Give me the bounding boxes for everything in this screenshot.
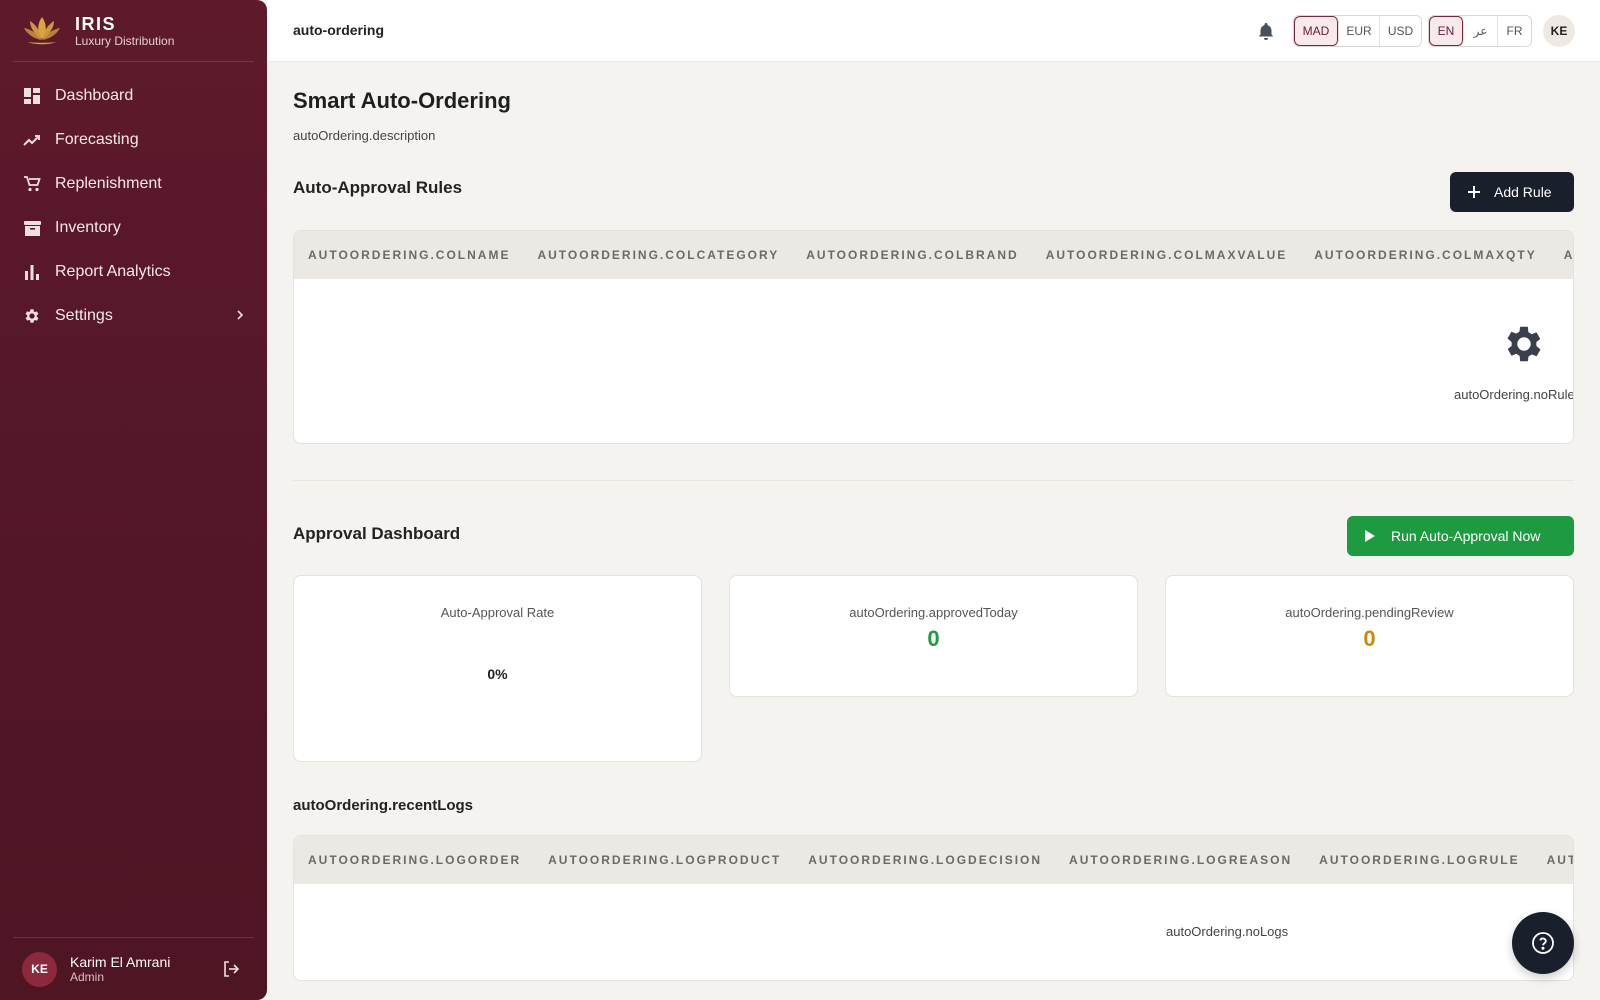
sidebar-nav: Dashboard Forecasting Replenishment Inve…: [0, 74, 267, 338]
column-header[interactable]: AUTOORDERING.COLSTATUS: [1564, 248, 1573, 262]
stat-card-pending-review: autoOrdering.pendingReview 0: [1165, 575, 1574, 697]
page-description: autoOrdering.description: [293, 128, 436, 143]
stat-value: 0%: [487, 666, 508, 682]
user-name: Karim El Amrani: [70, 954, 171, 970]
rules-table: AUTOORDERING.COLNAME AUTOORDERING.COLCAT…: [293, 230, 1574, 444]
sidebar-item-label: Settings: [55, 307, 113, 324]
language-option-fr[interactable]: FR: [1498, 16, 1531, 46]
logout-icon[interactable]: [222, 960, 240, 978]
currency-selector: MAD EUR USD: [1293, 15, 1422, 47]
logs-empty-state: autoOrdering.noLogs: [294, 884, 1573, 980]
sidebar-item-label: Report Analytics: [55, 263, 171, 280]
page-title: Smart Auto-Ordering: [293, 88, 511, 113]
rules-section-title: Auto-Approval Rules: [293, 178, 463, 197]
help-icon: [1532, 932, 1554, 954]
sidebar-item-replenishment[interactable]: Replenishment: [0, 162, 267, 206]
run-auto-approval-button[interactable]: Run Auto-Approval Now: [1347, 516, 1574, 556]
gear-icon: [23, 307, 41, 325]
dashboard-icon: [23, 87, 41, 105]
language-option-en[interactable]: EN: [1429, 16, 1464, 46]
stat-value: 0: [927, 626, 940, 651]
gear-icon: [1507, 326, 1541, 362]
currency-option-mad[interactable]: MAD: [1294, 16, 1339, 46]
column-header[interactable]: AUTOORDERING.LOGDATE: [1547, 853, 1573, 867]
bar-chart-icon: [23, 263, 41, 281]
top-bar: auto-ordering MAD EUR USD EN عر FR KE: [267, 0, 1600, 62]
currency-option-eur[interactable]: EUR: [1339, 16, 1380, 46]
play-icon: [1364, 529, 1378, 543]
column-header[interactable]: AUTOORDERING.COLCATEGORY: [537, 248, 779, 262]
brand-name: IRIS: [75, 13, 117, 34]
stat-card-approval-rate: Auto-Approval Rate 0%: [293, 575, 702, 762]
run-auto-approval-label: Run Auto-Approval Now: [1391, 528, 1541, 544]
sidebar-item-dashboard[interactable]: Dashboard: [0, 74, 267, 118]
stat-label: autoOrdering.approvedToday: [849, 605, 1018, 620]
add-rule-button[interactable]: Add Rule: [1450, 172, 1574, 212]
brand[interactable]: IRIS Luxury Distribution: [13, 0, 254, 62]
archive-icon: [23, 219, 41, 237]
currency-option-usd[interactable]: USD: [1380, 16, 1421, 46]
column-header[interactable]: AUTOORDERING.LOGRULE: [1319, 853, 1519, 867]
brand-subtitle: Luxury Distribution: [75, 33, 175, 48]
sidebar-item-label: Forecasting: [55, 131, 139, 148]
sidebar-item-report-analytics[interactable]: Report Analytics: [0, 250, 267, 294]
trending-up-icon: [23, 131, 41, 149]
language-option-ar[interactable]: عر: [1464, 16, 1498, 46]
empty-rules-text: autoOrdering.noRules: [1454, 387, 1574, 402]
breadcrumb: auto-ordering: [293, 22, 384, 38]
rules-empty-state: autoOrdering.noRules: [294, 279, 1573, 443]
stat-value: 0: [1363, 626, 1376, 651]
user-profile: KE Karim El Amrani Admin: [13, 937, 254, 1000]
dashboard-section-title: Approval Dashboard: [293, 524, 461, 543]
rules-table-header: AUTOORDERING.COLNAME AUTOORDERING.COLCAT…: [294, 231, 1573, 279]
avatar[interactable]: KE: [22, 951, 57, 987]
sidebar-item-label: Inventory: [55, 219, 121, 236]
column-header[interactable]: AUTOORDERING.COLMAXVALUE: [1046, 248, 1288, 262]
chevron-right-icon: [237, 310, 244, 320]
help-button[interactable]: [1512, 912, 1574, 974]
sidebar-item-label: Dashboard: [55, 87, 134, 104]
column-header[interactable]: AUTOORDERING.COLNAME: [308, 248, 510, 262]
column-header[interactable]: AUTOORDERING.LOGDECISION: [808, 853, 1042, 867]
lotus-logo-icon: [24, 16, 60, 44]
column-header[interactable]: AUTOORDERING.LOGORDER: [308, 853, 521, 867]
column-header[interactable]: AUTOORDERING.LOGPRODUCT: [548, 853, 781, 867]
column-header[interactable]: AUTOORDERING.LOGREASON: [1069, 853, 1292, 867]
sidebar-item-inventory[interactable]: Inventory: [0, 206, 267, 250]
logs-table-header: AUTOORDERING.LOGORDER AUTOORDERING.LOGPR…: [294, 836, 1573, 884]
section-divider: [293, 480, 1574, 481]
bell-icon[interactable]: [1255, 20, 1277, 42]
logs-table: AUTOORDERING.LOGORDER AUTOORDERING.LOGPR…: [293, 835, 1574, 981]
sidebar-item-label: Replenishment: [55, 175, 162, 192]
column-header[interactable]: AUTOORDERING.COLMAXQTY: [1314, 248, 1536, 262]
column-header[interactable]: AUTOORDERING.COLBRAND: [806, 248, 1018, 262]
plus-icon: [1467, 185, 1481, 199]
stat-label: autoOrdering.pendingReview: [1285, 605, 1454, 620]
avatar[interactable]: KE: [1543, 15, 1575, 47]
stat-label: Auto-Approval Rate: [440, 605, 555, 620]
empty-logs-text: autoOrdering.noLogs: [1166, 924, 1289, 939]
cart-icon: [23, 175, 41, 193]
sidebar-item-forecasting[interactable]: Forecasting: [0, 118, 267, 162]
add-rule-label: Add Rule: [1494, 184, 1552, 200]
sidebar-item-settings[interactable]: Settings: [0, 294, 267, 338]
user-role: Admin: [70, 970, 105, 984]
language-selector: EN عر FR: [1428, 15, 1532, 47]
stat-card-approved-today: autoOrdering.approvedToday 0: [729, 575, 1138, 697]
recent-logs-title: autoOrdering.recentLogs: [293, 797, 474, 814]
sidebar: IRIS Luxury Distribution Dashboard Forec…: [0, 0, 267, 1000]
